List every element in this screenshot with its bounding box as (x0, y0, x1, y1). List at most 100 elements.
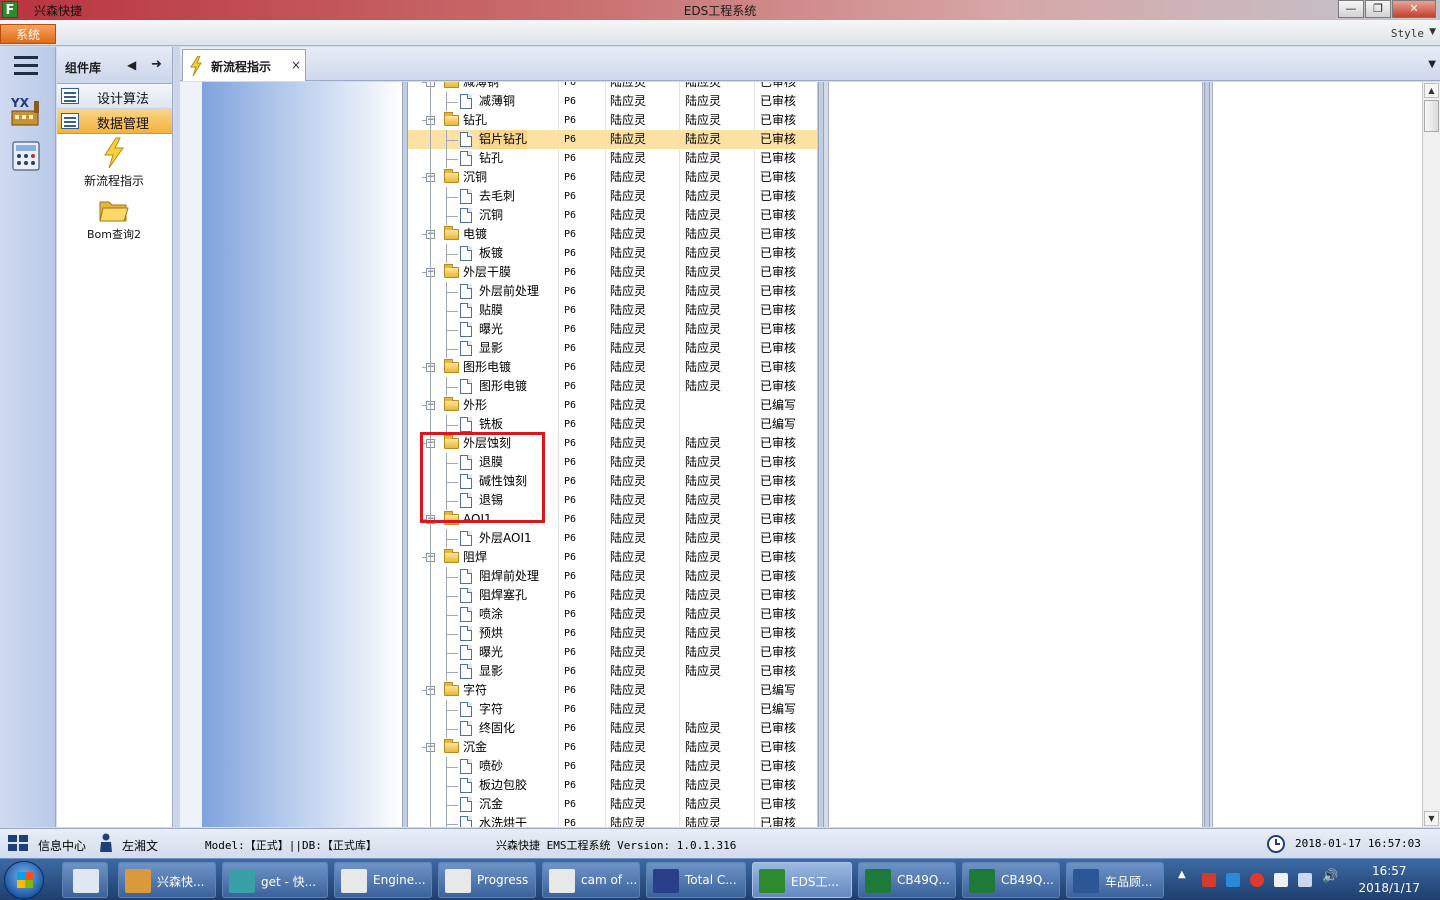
tree-item-row[interactable]: 去毛刺 P6 陆应灵 陆应灵 已审核 (408, 187, 817, 206)
system-menu-button[interactable]: 系统 (0, 24, 56, 44)
tree-group-row[interactable]: −电镀P6陆应灵陆应灵已审核 (408, 225, 817, 244)
yx-factory-icon[interactable]: YX (10, 95, 44, 127)
tree-item-row[interactable]: 字符 P6 陆应灵 已编写 (408, 700, 817, 719)
reviewer: 陆应灵 (685, 436, 722, 450)
minimize-button[interactable]: — (1338, 0, 1364, 18)
start-button[interactable] (4, 861, 44, 899)
tree-item-row[interactable]: 铝片钻孔 P6 陆应灵 陆应灵 已审核 (408, 130, 817, 149)
taskbar-button[interactable]: 兴森快... (118, 862, 216, 898)
tree-item-row[interactable]: 终固化 P6 陆应灵 陆应灵 已审核 (408, 719, 817, 738)
tree-group-row[interactable]: −图形电镀P6陆应灵陆应灵已审核 (408, 358, 817, 377)
tree-item-row[interactable]: 钻孔 P6 陆应灵 陆应灵 已审核 (408, 149, 817, 168)
tree-item-row[interactable]: 显影 P6 陆应灵 陆应灵 已审核 (408, 339, 817, 358)
splitter[interactable] (818, 82, 824, 827)
vertical-scrollbar[interactable]: ▲ ▼ (1422, 82, 1440, 827)
tree-group-row[interactable]: −字符P6陆应灵已编写 (408, 681, 817, 700)
tree-item-row[interactable]: 水洗烘干 P6 陆应灵 陆应灵 已审核 (408, 814, 817, 827)
tree-item-row[interactable]: 图形电镀 P6 陆应灵 陆应灵 已审核 (408, 377, 817, 396)
os-taskbar: 兴森快... get - 快... Engine... Progress cam of … (0, 858, 1440, 900)
tree-item-row[interactable]: 喷涂 P6 陆应灵 陆应灵 已审核 (408, 605, 817, 624)
taskbar-button[interactable]: Total C... (646, 862, 746, 898)
node-name: 减薄铜 (463, 82, 500, 89)
document-icon (460, 664, 472, 679)
tab-close-button[interactable]: × (291, 58, 301, 72)
nav-item-label: 设计算法 (97, 92, 150, 107)
version-code: P6 (564, 514, 577, 525)
taskbar-button[interactable]: Engine... (334, 862, 432, 898)
collapse-left-icon[interactable]: ◀ (127, 58, 136, 72)
tree-item-row[interactable]: 沉铜 P6 陆应灵 陆应灵 已审核 (408, 206, 817, 225)
network-icon[interactable] (1298, 873, 1312, 887)
tree-group-row[interactable]: −沉金P6陆应灵陆应灵已审核 (408, 738, 817, 757)
tree-item-row[interactable]: 沉金 P6 陆应灵 陆应灵 已审核 (408, 795, 817, 814)
dock-panel-icon[interactable]: ➜ (151, 57, 162, 72)
tree-group-row[interactable]: −阻焊P6陆应灵陆应灵已审核 (408, 548, 817, 567)
taskbar-button[interactable]: 车品顾... (1066, 862, 1164, 898)
folder-icon (444, 112, 459, 126)
maximize-button[interactable]: ❐ (1365, 0, 1391, 18)
taskbar-clock[interactable]: 16:57 2018/1/17 (1358, 863, 1420, 897)
tree-item-row[interactable]: 板边包胶 P6 陆应灵 陆应灵 已审核 (408, 776, 817, 795)
document-icon (460, 417, 472, 432)
close-window-button[interactable]: ✕ (1392, 0, 1436, 18)
tree-group-row[interactable]: −沉铜P6陆应灵陆应灵已审核 (408, 168, 817, 187)
scroll-down-icon[interactable]: ▼ (1424, 811, 1439, 826)
tree-item-row[interactable]: 曝光 P6 陆应灵 陆应灵 已审核 (408, 320, 817, 339)
nav-item-design-algorithm[interactable]: 设计算法 (57, 84, 172, 109)
reviewer: 陆应灵 (685, 816, 722, 827)
taskbar-button[interactable]: Progress (438, 862, 536, 898)
gradient-panel (202, 82, 402, 827)
app-icon (969, 869, 995, 893)
tab-new-flow-indicator[interactable]: 新流程指示 × (182, 49, 306, 81)
tree-item-row[interactable]: 预烘 P6 陆应灵 陆应灵 已审核 (408, 624, 817, 643)
tree-group-row[interactable]: −外形P6陆应灵已编写 (408, 396, 817, 415)
taskbar-button[interactable]: EDS工... (752, 862, 852, 898)
scroll-up-icon[interactable]: ▲ (1424, 83, 1439, 98)
taskbar-button[interactable]: cam of ... (542, 862, 640, 898)
tree-item-row[interactable]: 阻焊前处理 P6 陆应灵 陆应灵 已审核 (408, 567, 817, 586)
calculator-taskbar-icon[interactable] (62, 862, 108, 898)
splitter[interactable] (1204, 82, 1210, 827)
tree-item-row[interactable]: 板镀 P6 陆应灵 陆应灵 已审核 (408, 244, 817, 263)
tray-app-icon[interactable] (1250, 873, 1264, 887)
document-icon (460, 132, 472, 147)
tree-group-row[interactable]: −减薄铜P6陆应灵陆应灵已审核 (408, 82, 817, 92)
tree-item-row[interactable]: 贴膜 P6 陆应灵 陆应灵 已审核 (408, 301, 817, 320)
detail-panel (828, 82, 1203, 827)
tile-new-flow-indicator[interactable]: 新流程指示 (57, 137, 171, 189)
tile-bom-query[interactable]: Bom查询2 (57, 197, 171, 242)
node-name: 曝光 (479, 322, 504, 336)
windows-grid-icon[interactable] (8, 835, 28, 854)
style-dropdown-icon[interactable]: ▼ (1429, 27, 1436, 37)
tree-item-row[interactable]: 喷砂 P6 陆应灵 陆应灵 已审核 (408, 757, 817, 776)
nav-item-data-management[interactable]: 数据管理 (57, 109, 172, 134)
calculator-icon[interactable] (10, 140, 44, 172)
grid-list-icon (61, 113, 79, 129)
taskbar-button[interactable]: CB49Q... (858, 862, 956, 898)
style-menu[interactable]: Style (1391, 27, 1424, 40)
hamburger-menu-icon[interactable] (14, 56, 38, 75)
taskbar-button[interactable]: CB49Q... (962, 862, 1060, 898)
folder-icon (444, 82, 459, 88)
tree-item-row[interactable]: 减薄铜 P6 陆应灵 陆应灵 已审核 (408, 92, 817, 111)
tree-item-row[interactable]: 阻焊塞孔 P6 陆应灵 陆应灵 已审核 (408, 586, 817, 605)
tray-app-icon[interactable] (1202, 873, 1216, 887)
author: 陆应灵 (610, 607, 647, 621)
reviewer: 陆应灵 (685, 151, 722, 165)
tree-item-row[interactable]: 外层AOI1 P6 陆应灵 陆应灵 已审核 (408, 529, 817, 548)
show-hidden-icons-icon[interactable]: ▲ (1178, 869, 1192, 883)
volume-icon[interactable]: 🔊 (1322, 869, 1338, 884)
status-datetime: 2018-01-17 16:57:03 (1295, 837, 1421, 850)
taskbar-button[interactable]: get - 快... (222, 862, 328, 898)
action-center-flag-icon[interactable] (1274, 873, 1288, 887)
tree-item-row[interactable]: 显影 P6 陆应灵 陆应灵 已审核 (408, 662, 817, 681)
tree-group-row[interactable]: −钻孔P6陆应灵陆应灵已审核 (408, 111, 817, 130)
version-code: P6 (564, 286, 577, 297)
tree-item-row[interactable]: 外层前处理 P6 陆应灵 陆应灵 已审核 (408, 282, 817, 301)
scroll-thumb[interactable] (1424, 100, 1439, 132)
tray-app-icon[interactable] (1226, 873, 1240, 887)
tree-item-row[interactable]: 曝光 P6 陆应灵 陆应灵 已审核 (408, 643, 817, 662)
tree-group-row[interactable]: −外层干膜P6陆应灵陆应灵已审核 (408, 263, 817, 282)
info-center-link[interactable]: 信息中心 (38, 837, 86, 854)
tab-list-dropdown-icon[interactable]: ▼ (1428, 59, 1436, 70)
